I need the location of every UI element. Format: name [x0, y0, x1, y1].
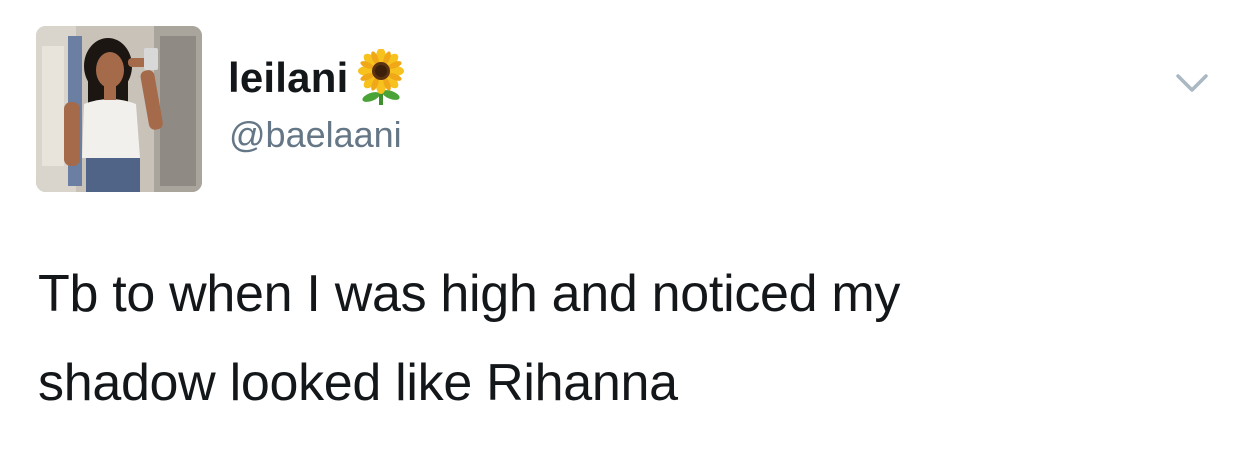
tweet-text-line-2: shadow looked like Rihanna	[38, 354, 678, 412]
avatar-photo	[36, 26, 202, 192]
user-handle[interactable]: @baelaani	[229, 114, 402, 156]
user-name-row: leilani	[228, 48, 408, 108]
tweet-text-line-1: Tb to when I was high and noticed my	[38, 265, 901, 323]
display-name[interactable]: leilani	[228, 54, 348, 102]
sunflower-icon	[354, 48, 408, 107]
tweet-text: Tb to when I was high and noticed my sha…	[38, 250, 1208, 428]
tweet-card: leilani @baelaani Tb to when I was high …	[0, 0, 1241, 452]
avatar[interactable]	[36, 26, 202, 192]
chevron-down-icon[interactable]	[1172, 66, 1212, 102]
